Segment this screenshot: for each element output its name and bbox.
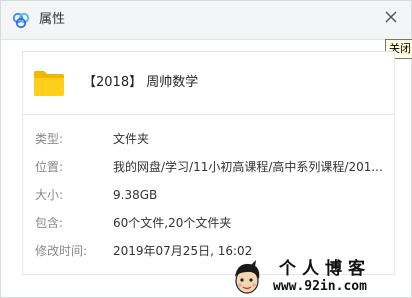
property-value: 2019年07月25日, 16:02 [113, 244, 253, 258]
property-label: 修改时间: [35, 244, 88, 258]
file-header: 【2018】 周帅数学 [23, 52, 394, 115]
property-label: 包含: [35, 216, 64, 230]
cartoon-avatar-icon [235, 260, 260, 294]
title-bar: 属性 [1, 1, 411, 40]
blog-watermark: 个人博客 www.92in.com [229, 259, 409, 297]
property-row-contains: 包含: 60个文件,20个文件夹 [35, 214, 385, 232]
property-row-modified: 修改时间: 2019年07月25日, 16:02 [35, 242, 385, 260]
baidu-netdisk-logo-icon [12, 12, 30, 29]
property-label: 类型: [35, 132, 64, 146]
property-row-size: 大小: 9.38GB [35, 186, 385, 204]
properties-card: 【2018】 周帅数学 类型: 文件夹 位置: 我的网盘/学习/11小初高课程/… [22, 51, 395, 275]
close-icon[interactable] [383, 9, 399, 25]
property-row-location: 位置: 我的网盘/学习/11小初高课程/高中系列课程/201... [35, 158, 385, 176]
property-row-type: 类型: 文件夹 [35, 130, 385, 148]
property-value[interactable]: 我的网盘/学习/11小初高课程/高中系列课程/201... [113, 158, 383, 176]
property-value: 文件夹 [113, 132, 150, 146]
property-label: 位置: [35, 160, 64, 174]
watermark-url: www.92in.com [273, 279, 367, 294]
window-title: 属性 [39, 12, 66, 27]
file-name: 【2018】 周帅数学 [83, 75, 199, 90]
watermark-text: 个人博客 [279, 259, 371, 279]
property-value: 9.38GB [113, 188, 158, 202]
folder-icon [34, 71, 64, 96]
property-value: 60个文件,20个文件夹 [113, 216, 232, 230]
property-label: 大小: [35, 188, 64, 202]
properties-window: 属性 关闭 【2018】 周帅数学 类型: 文件夹 位置: 我的网盘/学习/11… [0, 0, 412, 298]
